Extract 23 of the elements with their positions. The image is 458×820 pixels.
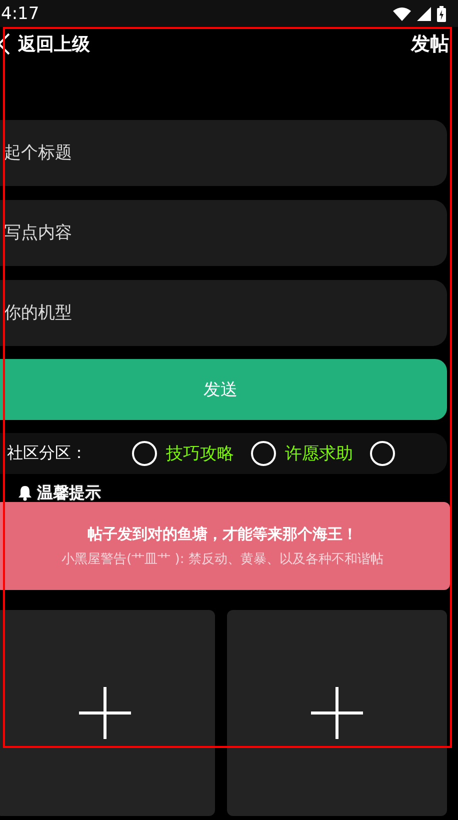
wifi-icon <box>393 6 411 20</box>
back-button[interactable]: 返回上级 <box>0 32 90 56</box>
post-button[interactable]: 发帖 <box>411 31 449 57</box>
add-image-button[interactable] <box>0 610 215 816</box>
plus-icon <box>311 687 363 739</box>
battery-icon <box>437 6 446 22</box>
radio-button[interactable] <box>370 441 395 466</box>
plus-icon <box>79 687 131 739</box>
text-field[interactable]: 你的机型 <box>0 280 447 346</box>
tip-headline: 帖子发到对的鱼塘，才能等来那个海王！ <box>88 524 358 544</box>
text-field[interactable]: 起个标题 <box>0 120 447 186</box>
tip-text: 小黑屋警告(艹皿艹 ): 禁反动、黄暴、以及各种不和谐帖 <box>62 550 384 568</box>
option-label[interactable]: 技巧攻略 <box>166 442 234 465</box>
radio-button[interactable] <box>132 441 157 466</box>
status-time: 4:17 <box>1 4 40 24</box>
tip-title: 温馨提示 <box>37 482 101 504</box>
signal-icon <box>417 6 431 20</box>
text-field[interactable]: 写点内容 <box>0 200 447 266</box>
bell-icon <box>18 485 32 501</box>
radio-button[interactable] <box>251 441 276 466</box>
option-label[interactable]: 许愿求助 <box>285 442 353 465</box>
category-label: 社区分区： <box>7 443 88 464</box>
chevron-left-icon <box>0 33 10 55</box>
